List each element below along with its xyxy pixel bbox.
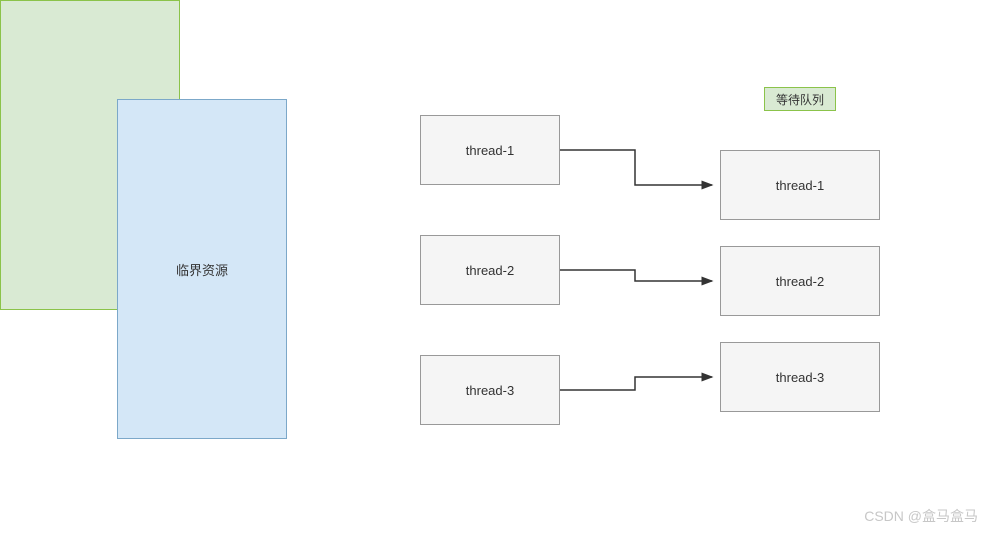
watermark: CSDN @盒马盒马 <box>864 506 978 526</box>
thread-box-2: thread-2 <box>420 235 560 305</box>
queue-item-1: thread-1 <box>720 150 880 220</box>
critical-resource-label: 临界资源 <box>176 260 228 279</box>
wait-queue-label: 等待队列 <box>776 91 824 108</box>
critical-resource-box: 临界资源 <box>117 99 287 439</box>
thread-box-1: thread-1 <box>420 115 560 185</box>
thread-box-3: thread-3 <box>420 355 560 425</box>
wait-queue-label-box: 等待队列 <box>764 87 836 111</box>
arrow-t2-q2 <box>560 270 712 281</box>
thread-3-label: thread-3 <box>466 383 514 398</box>
watermark-text: CSDN @盒马盒马 <box>864 508 978 524</box>
queue-item-2-label: thread-2 <box>776 274 824 289</box>
arrow-t3-q3 <box>560 377 712 390</box>
queue-item-1-label: thread-1 <box>776 178 824 193</box>
queue-item-2: thread-2 <box>720 246 880 316</box>
queue-item-3-label: thread-3 <box>776 370 824 385</box>
queue-item-3: thread-3 <box>720 342 880 412</box>
thread-2-label: thread-2 <box>466 263 514 278</box>
thread-1-label: thread-1 <box>466 143 514 158</box>
arrow-t1-q1 <box>560 150 712 185</box>
